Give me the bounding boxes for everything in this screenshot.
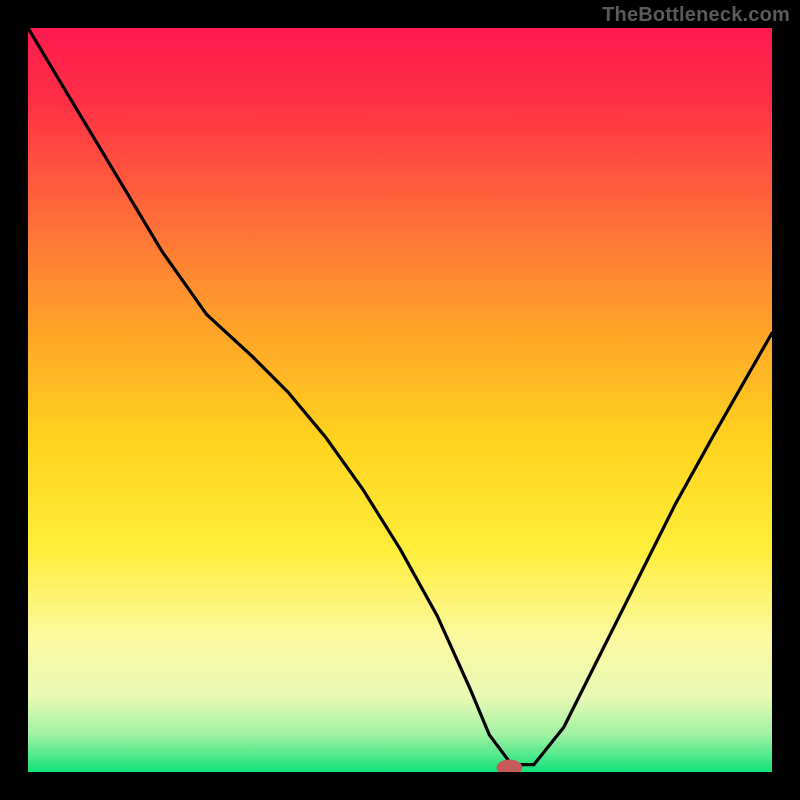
- chart-frame: TheBottleneck.com: [0, 0, 800, 800]
- watermark-text: TheBottleneck.com: [602, 4, 790, 27]
- chart-svg: [28, 28, 772, 772]
- gradient-background: [28, 28, 772, 772]
- plot-area: [28, 28, 772, 772]
